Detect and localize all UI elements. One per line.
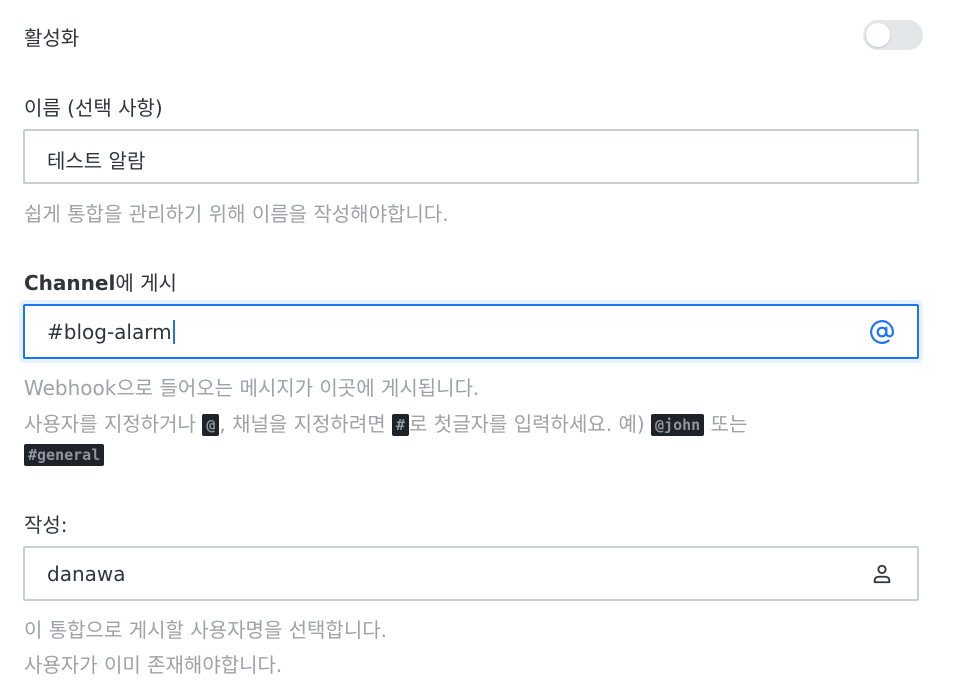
code-general: #general: [24, 444, 105, 466]
channel-input[interactable]: #blog-alarm: [23, 304, 919, 359]
toggle-knob: [866, 23, 890, 47]
code-at: @: [202, 414, 220, 436]
user-icon: [873, 564, 891, 584]
code-hash: #: [392, 414, 410, 436]
name-input[interactable]: 테스트 알람: [23, 129, 919, 184]
name-label: 이름 (선택 사항): [24, 96, 163, 120]
channel-input-text: #blog-alarm: [47, 320, 172, 344]
channel-hint-line3: #general: [24, 442, 105, 466]
author-hint-line1: 이 통합으로 게시할 사용자명을 선택합니다.: [24, 618, 387, 642]
hint-text: 로 첫글자를 입력하세요. 예): [409, 412, 652, 436]
channel-input-value: #blog-alarm: [47, 320, 175, 344]
code-john: @john: [651, 414, 705, 436]
channel-label-rest: 에 게시: [115, 271, 177, 295]
hint-text: , 채널을 지정하려면: [219, 412, 392, 436]
text-caret: [172, 320, 175, 344]
author-hint-line2: 사용자가 이미 존재해야합니다.: [24, 653, 283, 677]
enable-toggle[interactable]: [863, 20, 923, 50]
at-icon[interactable]: [869, 319, 895, 345]
channel-label: Channel에 게시: [24, 267, 177, 296]
enable-row: 활성화: [24, 18, 924, 54]
hint-text: 또는: [704, 412, 748, 436]
enable-label: 활성화: [24, 26, 80, 50]
author-input[interactable]: danawa: [23, 546, 919, 601]
channel-label-strong: Channel: [24, 271, 116, 295]
hint-text: 사용자를 지정하거나: [24, 412, 203, 436]
channel-hint-line2: 사용자를 지정하거나 @, 채널을 지정하려면 # 로 첫글자를 입력하세요. 예…: [24, 408, 747, 437]
author-input-value: danawa: [47, 562, 126, 586]
name-input-value: 테스트 알람: [47, 149, 146, 173]
name-hint: 쉽게 통합을 관리하기 위해 이름을 작성해야합니다.: [24, 202, 449, 226]
channel-hint-line1: Webhook으로 들어오는 메시지가 이곳에 게시됩니다.: [24, 376, 480, 400]
author-label: 작성:: [24, 513, 68, 537]
